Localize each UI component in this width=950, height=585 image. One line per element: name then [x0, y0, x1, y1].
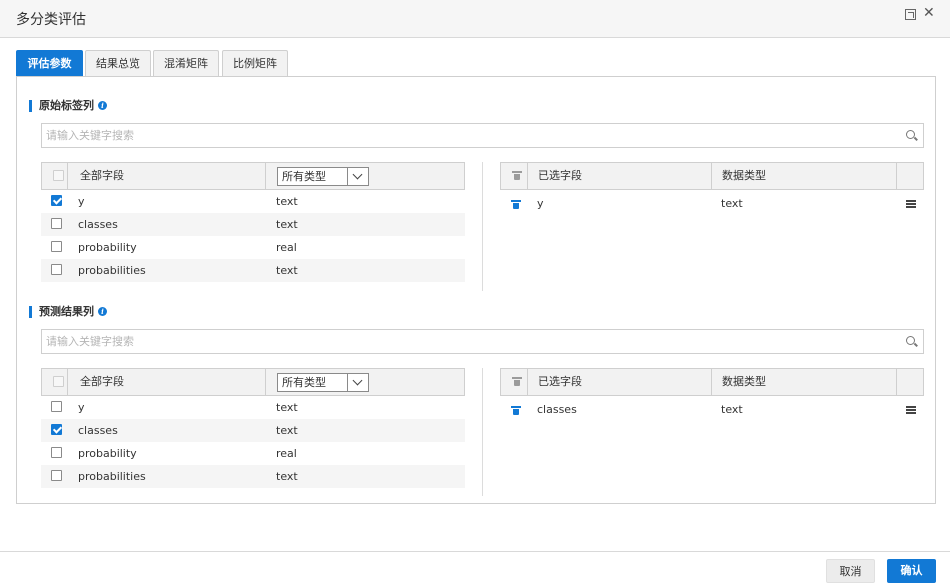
table-header: 已选字段 数据类型: [500, 368, 924, 396]
selected-fields-table: 已选字段 数据类型 y text: [500, 162, 924, 218]
tab-result-overview[interactable]: 结果总览: [85, 50, 151, 77]
trash-icon[interactable]: [511, 200, 521, 209]
field-name: probabilities: [78, 470, 146, 483]
maximize-icon[interactable]: [905, 9, 916, 20]
field-type: text: [276, 470, 298, 483]
row-checkbox[interactable]: [51, 241, 62, 252]
tab-confusion-matrix[interactable]: 混淆矩阵: [153, 50, 219, 77]
table-row[interactable]: probabilities text: [41, 259, 465, 282]
select-all-checkbox[interactable]: [53, 170, 64, 181]
field-name: y: [78, 401, 85, 414]
table-row[interactable]: classes text: [41, 419, 465, 442]
header-selected-fields: 已选字段: [538, 169, 582, 182]
search-box: [41, 123, 924, 148]
row-checkbox[interactable]: [51, 264, 62, 275]
dialog-footer: 取消 确认: [0, 551, 950, 585]
table-row[interactable]: y text: [41, 190, 465, 213]
search-icon[interactable]: [906, 336, 915, 345]
field-type: text: [276, 424, 298, 437]
field-type: text: [276, 195, 298, 208]
header-selected-fields: 已选字段: [538, 375, 582, 388]
field-name: probabilities: [78, 264, 146, 277]
search-input[interactable]: [42, 330, 882, 353]
selected-field-name: classes: [537, 403, 577, 416]
header-data-type: 数据类型: [722, 169, 766, 182]
row-checkbox[interactable]: [51, 447, 62, 458]
field-type: text: [276, 218, 298, 231]
selected-field-type: text: [721, 197, 743, 210]
confirm-button[interactable]: 确认: [887, 559, 936, 583]
header-all-fields: 全部字段: [80, 375, 124, 388]
header-data-type: 数据类型: [722, 375, 766, 388]
table-header: 全部字段 所有类型: [41, 162, 465, 190]
field-type: text: [276, 401, 298, 414]
dialog-titlebar: 多分类评估 ✕: [0, 0, 950, 38]
field-name: classes: [78, 218, 118, 231]
field-name: probability: [78, 241, 137, 254]
field-type: text: [276, 264, 298, 277]
trash-icon[interactable]: [512, 377, 522, 386]
row-checkbox[interactable]: [51, 424, 62, 435]
selected-field-name: y: [537, 197, 544, 210]
type-filter-select[interactable]: 所有类型: [277, 167, 369, 186]
header-all-fields: 全部字段: [80, 169, 124, 182]
row-checkbox[interactable]: [51, 195, 62, 206]
info-icon[interactable]: i: [98, 101, 107, 110]
section-title-prediction-column: 预测结果列 i: [29, 304, 107, 320]
chevron-down-icon: [352, 375, 363, 386]
dialog-title: 多分类评估: [16, 12, 86, 28]
drag-handle-icon[interactable]: [906, 200, 916, 208]
table-row[interactable]: probabilities text: [41, 465, 465, 488]
column-divider: [482, 162, 483, 291]
selected-row: classes text: [500, 396, 924, 424]
row-checkbox[interactable]: [51, 470, 62, 481]
tab-eval-params[interactable]: 评估参数: [16, 50, 83, 77]
table-header: 已选字段 数据类型: [500, 162, 924, 190]
column-divider: [482, 368, 483, 496]
select-all-checkbox[interactable]: [53, 376, 64, 387]
all-fields-table: 全部字段 所有类型 y text classes text probabilit…: [41, 368, 465, 488]
search-box: [41, 329, 924, 354]
type-filter-value: 所有类型: [282, 170, 326, 183]
table-row[interactable]: classes text: [41, 213, 465, 236]
row-checkbox[interactable]: [51, 401, 62, 412]
search-input[interactable]: [42, 124, 882, 147]
trash-icon[interactable]: [512, 171, 522, 180]
table-row[interactable]: y text: [41, 396, 465, 419]
table-row[interactable]: probability real: [41, 236, 465, 259]
cancel-button[interactable]: 取消: [826, 559, 875, 583]
search-icon[interactable]: [906, 130, 915, 139]
field-name: classes: [78, 424, 118, 437]
close-icon[interactable]: ✕: [923, 5, 935, 21]
all-fields-table: 全部字段 所有类型 y text classes text probabilit…: [41, 162, 465, 282]
info-icon[interactable]: i: [98, 307, 107, 316]
section-title-label-column: 原始标签列 i: [29, 98, 107, 114]
section-title-text: 原始标签列: [39, 99, 94, 112]
field-name: probability: [78, 447, 137, 460]
tab-ratio-matrix[interactable]: 比例矩阵: [222, 50, 288, 77]
table-header: 全部字段 所有类型: [41, 368, 465, 396]
field-type: real: [276, 447, 297, 460]
section-title-text: 预测结果列: [39, 305, 94, 318]
trash-icon[interactable]: [511, 406, 521, 415]
selected-field-type: text: [721, 403, 743, 416]
field-name: y: [78, 195, 85, 208]
field-type: real: [276, 241, 297, 254]
selected-row: y text: [500, 190, 924, 218]
drag-handle-icon[interactable]: [906, 406, 916, 414]
chevron-down-icon: [352, 169, 363, 180]
type-filter-select[interactable]: 所有类型: [277, 373, 369, 392]
table-row[interactable]: probability real: [41, 442, 465, 465]
eval-params-panel: 原始标签列 i 全部字段 所有类型 y text classes text: [16, 76, 936, 504]
selected-fields-table: 已选字段 数据类型 classes text: [500, 368, 924, 424]
type-filter-value: 所有类型: [282, 376, 326, 389]
row-checkbox[interactable]: [51, 218, 62, 229]
